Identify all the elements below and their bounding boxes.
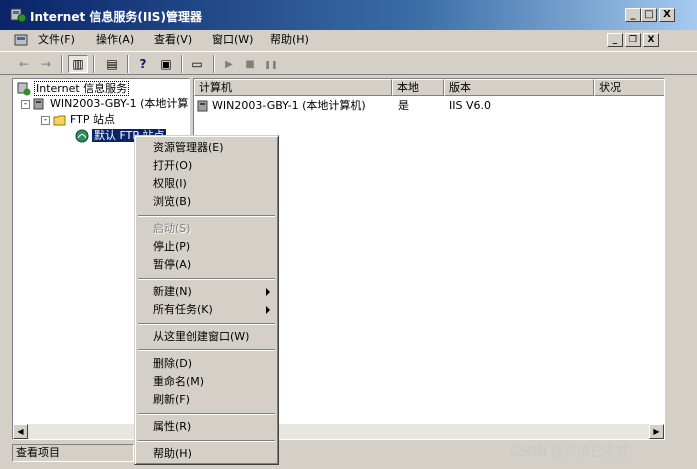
menu-item-new[interactable]: 新建(N) [153, 283, 192, 300]
properties-icon[interactable]: ▤ [102, 55, 122, 73]
toolbar-separator [181, 55, 183, 73]
mdi-restore-button[interactable]: ❐ [625, 33, 641, 47]
close-button[interactable]: X [659, 8, 675, 22]
menu-item-properties[interactable]: 属性(R) [153, 418, 191, 435]
menu-separator [138, 323, 275, 325]
play-icon[interactable]: ▶ [219, 55, 239, 73]
iis-root-icon [17, 82, 31, 96]
tree-label-root: Internet 信息服务 [34, 81, 130, 96]
maximize-button[interactable]: □ [641, 8, 657, 22]
pause-icon[interactable]: ❚❚ [261, 55, 281, 73]
menu-view[interactable]: 查看(V) [154, 32, 192, 48]
console-window-icon[interactable] [14, 32, 30, 48]
toolbar-separator [213, 55, 215, 73]
toolbar-separator [61, 55, 63, 73]
menu-item-pause[interactable]: 暂停(A) [153, 256, 191, 273]
toolbar-separator [127, 55, 129, 73]
column-header-computer[interactable]: 计算机 [194, 79, 392, 96]
computer-icon [33, 98, 44, 110]
submenu-arrow-icon [266, 288, 270, 296]
toolbar: ← → ▥ ▤ ? ▣ ▭ ▶ ■ ❚❚ [0, 51, 697, 75]
menu-item-open[interactable]: 打开(O) [153, 157, 192, 174]
menu-item-permissions[interactable]: 权限(I) [153, 175, 187, 192]
watermark: CSDN @可惜已不在 [510, 445, 630, 460]
column-header-status[interactable]: 状况 [594, 79, 664, 96]
help-icon[interactable]: ? [133, 55, 153, 73]
window-title: Internet 信息服务(IIS)管理器 [30, 10, 202, 24]
column-header-version[interactable]: 版本 [444, 79, 594, 96]
mdi-close-button[interactable]: X [643, 33, 659, 47]
menu-file[interactable]: 文件(F) [38, 32, 75, 48]
toolbar-separator [93, 55, 95, 73]
menu-item-new-window-from-here[interactable]: 从这里创建窗口(W) [153, 328, 249, 345]
menu-help[interactable]: 帮助(H) [270, 32, 309, 48]
stop-icon[interactable]: ■ [240, 55, 260, 73]
menu-item-refresh[interactable]: 刷新(F) [153, 391, 190, 408]
menu-item-start: 启动(S) [153, 222, 191, 235]
submenu-arrow-icon [266, 306, 270, 314]
menu-separator [138, 413, 275, 415]
computer-icon [197, 100, 208, 112]
row-computer-cell: WIN2003-GBY-1 (本地计算机) [197, 98, 366, 114]
menu-separator [138, 215, 275, 217]
folder-icon [53, 115, 66, 126]
back-arrow-icon[interactable]: ← [14, 55, 34, 73]
iis-app-icon [10, 8, 26, 23]
menu-separator [138, 278, 275, 280]
computer-icon[interactable]: ▭ [187, 55, 207, 73]
menu-item-rename[interactable]: 重命名(M) [153, 373, 204, 390]
mdi-minimize-button[interactable]: _ [607, 33, 623, 47]
tree-item-ftp-sites[interactable]: FTP 站点 [53, 112, 115, 128]
collapse-icon[interactable]: - [41, 116, 50, 125]
minimize-button[interactable]: _ [625, 8, 641, 22]
collapse-icon[interactable]: - [21, 100, 30, 109]
tree-label-ftp-sites: FTP 站点 [70, 113, 115, 126]
scroll-left-icon[interactable]: ◀ [13, 424, 28, 439]
menu-separator [138, 349, 275, 351]
menu-item-all-tasks[interactable]: 所有任务(K) [153, 301, 213, 318]
status-text: 查看项目 [12, 444, 134, 462]
tree-label-computer: WIN2003-GBY-1 (本地计算 [50, 97, 189, 110]
title-bar[interactable]: Internet 信息服务(IIS)管理器 _ □ X [0, 0, 697, 30]
console-icon[interactable]: ▣ [156, 55, 176, 73]
tree-item-root[interactable]: Internet 信息服务 [17, 81, 130, 97]
tree-item-computer[interactable]: WIN2003-GBY-1 (本地计算 [33, 96, 188, 112]
ftp-site-icon [75, 129, 89, 143]
menu-item-help[interactable]: 帮助(H) [153, 445, 192, 462]
row-version-cell: IIS V6.0 [449, 99, 491, 112]
forward-arrow-icon[interactable]: → [36, 55, 56, 73]
show-tree-icon[interactable]: ▥ [68, 55, 88, 73]
menu-action[interactable]: 操作(A) [96, 32, 134, 48]
context-menu[interactable]: 资源管理器(E) 打开(O) 权限(I) 浏览(B) 启动(S) 停止(P) 暂… [134, 135, 279, 465]
menu-item-explore[interactable]: 资源管理器(E) [153, 139, 224, 156]
column-header-local[interactable]: 本地 [392, 79, 444, 96]
menu-window[interactable]: 窗口(W) [212, 32, 253, 48]
menu-item-delete[interactable]: 删除(D) [153, 355, 192, 372]
row-computer-label: WIN2003-GBY-1 (本地计算机) [212, 99, 366, 112]
menu-item-stop[interactable]: 停止(P) [153, 238, 190, 255]
menu-separator [138, 440, 275, 442]
scroll-right-icon[interactable]: ▶ [649, 424, 664, 439]
menu-bar: 文件(F) 操作(A) 查看(V) 窗口(W) 帮助(H) [0, 30, 697, 50]
row-local-cell: 是 [398, 99, 409, 112]
menu-item-browse[interactable]: 浏览(B) [153, 193, 191, 210]
horizontal-scrollbar[interactable]: ◀ ▶ [13, 424, 664, 439]
